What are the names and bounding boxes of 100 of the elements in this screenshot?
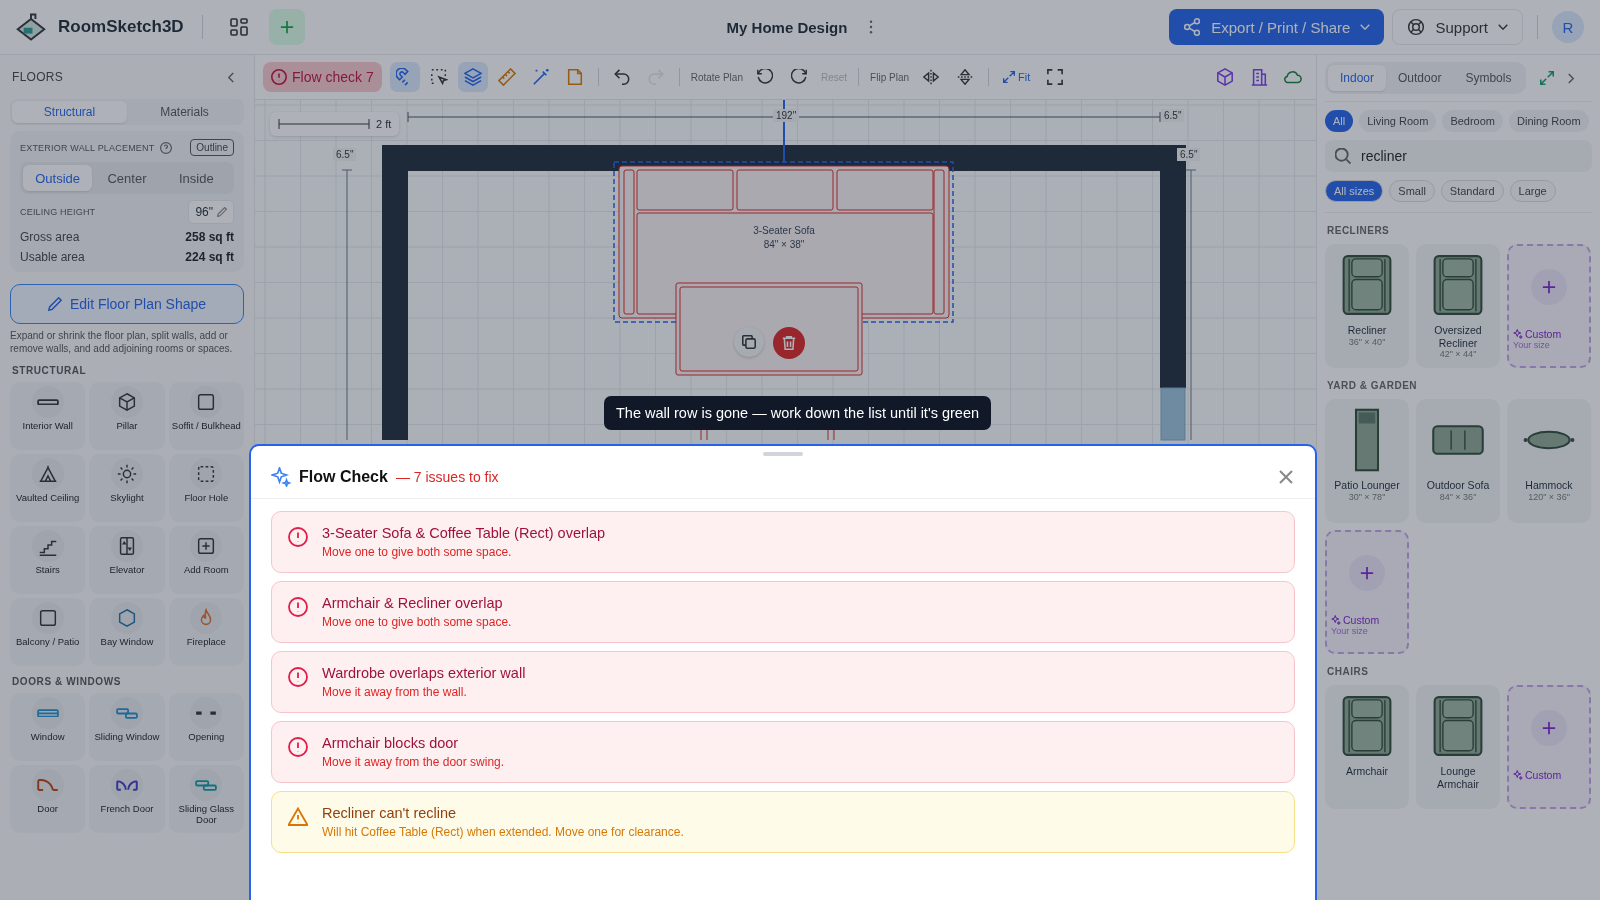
fit-button[interactable]: Fit bbox=[997, 71, 1037, 83]
stat-label: Gross area bbox=[20, 230, 80, 244]
element-tile[interactable]: Bay Window bbox=[89, 598, 165, 666]
furniture-size: 42" × 44" bbox=[1439, 349, 1477, 360]
plus-icon bbox=[1542, 280, 1556, 294]
room-filter-chip[interactable]: Bedroom bbox=[1442, 110, 1503, 132]
close-button[interactable] bbox=[1279, 470, 1293, 484]
element-tile[interactable]: Sliding Window bbox=[89, 693, 165, 761]
add-button[interactable] bbox=[268, 9, 305, 45]
outline-button[interactable]: Outline bbox=[190, 139, 234, 156]
alert-icon bbox=[288, 737, 308, 757]
guide-line bbox=[783, 100, 785, 163]
search-field[interactable]: recliner bbox=[1325, 140, 1592, 172]
element-tile[interactable]: Add Room bbox=[168, 526, 244, 594]
issue-title: Recliner can't recline bbox=[322, 805, 458, 821]
coffee-table[interactable] bbox=[675, 282, 863, 376]
error-issue-card[interactable]: Armchair & Recliner overlap Move one to give both some space. bbox=[271, 581, 1295, 643]
error-issue-card[interactable]: Wardrobe overlaps exterior wall Move it away from the wall. bbox=[271, 651, 1295, 713]
furniture-card[interactable]: Hammock 120" × 36" bbox=[1507, 399, 1591, 523]
wall-placement-label: EXTERIOR WALL PLACEMENT bbox=[20, 142, 155, 153]
catalog-tab[interactable]: Outdoor bbox=[1386, 65, 1454, 91]
wall-icon bbox=[36, 398, 59, 406]
layers-tool[interactable] bbox=[457, 62, 488, 92]
element-tile[interactable]: Elevator bbox=[89, 526, 165, 594]
error-issue-card[interactable]: 3-Seater Sofa & Coffee Table (Rect) overlap Move one to give both some space. bbox=[271, 511, 1295, 573]
placement-option[interactable]: Center bbox=[92, 165, 162, 191]
pencil-icon bbox=[47, 297, 62, 311]
sparkle-icon bbox=[271, 467, 291, 487]
panel-title: Flow Check bbox=[299, 468, 388, 486]
layers-icon bbox=[463, 68, 482, 86]
ceiling-height-label: CEILING HEIGHT bbox=[20, 207, 96, 217]
furniture-card[interactable]: Patio Lounger 30" × 78" bbox=[1325, 399, 1409, 523]
custom-size-card[interactable]: Custom bbox=[1507, 685, 1591, 809]
drag-handle[interactable] bbox=[763, 452, 803, 456]
room-filter-chip[interactable]: Dining Room bbox=[1509, 110, 1589, 132]
custom-size-card[interactable]: Custom Your size bbox=[1507, 244, 1591, 368]
element-tile[interactable]: Opening bbox=[168, 693, 244, 761]
placement-option[interactable]: Inside bbox=[161, 165, 231, 191]
room-filter-chip[interactable]: Living Room bbox=[1359, 110, 1437, 132]
edit-floor-plan-button[interactable]: Edit Floor Plan Shape bbox=[10, 284, 244, 324]
element-tile[interactable]: Window bbox=[10, 693, 86, 761]
furniture-name: Hammock bbox=[1525, 479, 1573, 492]
collapse-icon[interactable] bbox=[228, 71, 234, 83]
hexagon-icon bbox=[116, 607, 138, 629]
custom-label: Custom bbox=[1343, 614, 1380, 626]
support-button[interactable]: Support bbox=[1392, 9, 1523, 45]
element-tile[interactable]: Soffit / Bulkhead bbox=[168, 382, 244, 450]
panel-tab[interactable]: Structural bbox=[12, 101, 127, 123]
furniture-size: 36" × 40" bbox=[1348, 336, 1386, 347]
element-tile[interactable]: French Door bbox=[89, 765, 165, 833]
dimension-label: 192" bbox=[773, 109, 800, 122]
room-filter-chip[interactable]: All bbox=[1325, 110, 1354, 132]
furniture-card[interactable]: Armchair bbox=[1325, 685, 1409, 809]
warning-icon bbox=[288, 807, 308, 827]
cloud-icon bbox=[1284, 68, 1302, 86]
element-tile[interactable]: Door bbox=[10, 765, 86, 833]
size-filter-chip[interactable]: Large bbox=[1509, 180, 1556, 202]
alert-icon bbox=[288, 667, 308, 687]
ceiling-height-field[interactable]: 96" bbox=[188, 200, 234, 224]
element-tile[interactable]: Vaulted Ceiling bbox=[10, 454, 86, 522]
catalog-tab[interactable]: Symbols bbox=[1453, 65, 1524, 91]
furniture-card[interactable]: Recliner 36" × 40" bbox=[1325, 244, 1409, 368]
error-issue-card[interactable]: Armchair blocks door Move it away from the door swing. bbox=[271, 721, 1295, 783]
chevron-right-icon[interactable] bbox=[1568, 72, 1575, 84]
custom-size-card[interactable]: Custom Your size bbox=[1325, 530, 1409, 654]
panel-tab[interactable]: Materials bbox=[127, 101, 242, 123]
furniture-card[interactable]: Lounge Armchair bbox=[1416, 685, 1500, 809]
element-tile[interactable]: Floor Hole bbox=[168, 454, 244, 522]
element-tile[interactable]: Pillar bbox=[89, 382, 165, 450]
expand-icon[interactable] bbox=[1540, 71, 1555, 85]
sparkle-icon bbox=[1513, 329, 1523, 339]
element-tile[interactable]: Sliding Glass Door bbox=[168, 765, 244, 833]
furniture-name: Recliner bbox=[1347, 324, 1387, 337]
export-button[interactable]: Export / Print / Share bbox=[1169, 9, 1385, 45]
element-tile[interactable]: Skylight bbox=[89, 454, 165, 522]
alert-icon bbox=[288, 597, 308, 617]
issue-detail: Will hit Coffee Table (Rect) when extended. Move one for clearance. bbox=[322, 825, 684, 839]
flow-check-button[interactable]: Flow check 7 bbox=[263, 62, 382, 92]
element-tile[interactable]: Stairs bbox=[10, 526, 86, 594]
fullscreen-icon bbox=[1047, 69, 1064, 85]
size-filter-chip[interactable]: All sizes bbox=[1325, 180, 1384, 202]
size-filter-chip[interactable]: Small bbox=[1389, 180, 1435, 202]
ruler-icon bbox=[497, 68, 516, 86]
custom-hint: Your size bbox=[1513, 340, 1550, 350]
element-tile[interactable]: Fireplace bbox=[168, 598, 244, 666]
help-icon[interactable] bbox=[160, 141, 173, 154]
furniture-card[interactable]: Outdoor Sofa 84" × 36" bbox=[1416, 399, 1500, 523]
magnet-tool[interactable] bbox=[389, 62, 420, 92]
size-filter-chip[interactable]: Standard bbox=[1440, 180, 1504, 202]
plus-icon bbox=[279, 20, 294, 34]
furniture-card[interactable]: Oversized Recliner 42" × 44" bbox=[1416, 244, 1500, 368]
element-tile[interactable]: Balcony / Patio bbox=[10, 598, 86, 666]
catalog-tab[interactable]: Indoor bbox=[1328, 65, 1387, 91]
alert-icon bbox=[271, 69, 287, 85]
placement-option[interactable]: Outside bbox=[23, 165, 93, 191]
warning-issue-card[interactable]: Recliner can't recline Will hit Coffee Table (Rect) when extended. Move one for clearance. bbox=[271, 791, 1295, 853]
more-icon[interactable] bbox=[869, 20, 874, 34]
plus-icon bbox=[1360, 566, 1374, 580]
element-tile[interactable]: Interior Wall bbox=[10, 382, 86, 450]
flip-vertical-icon bbox=[957, 69, 973, 85]
